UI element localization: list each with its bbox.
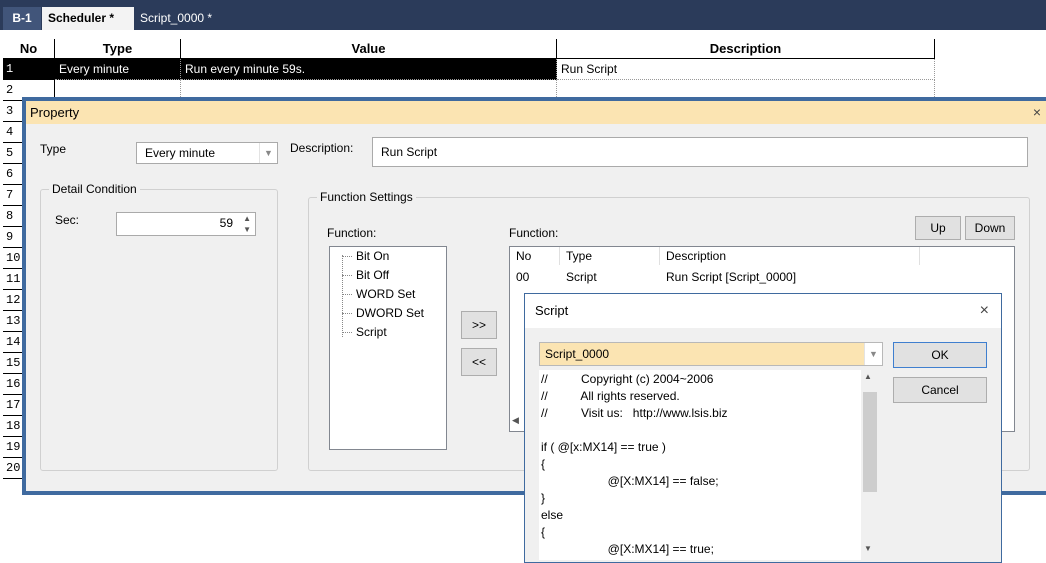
function-tree-item[interactable]: Bit On [342,247,389,265]
sec-value: 59 [219,216,233,230]
add-function-button[interactable]: >> [461,311,497,339]
column-header-value[interactable]: Value [181,39,557,59]
property-dialog-title: Property [26,101,1046,124]
function-label-right: Function: [509,226,559,240]
tab-scheduler[interactable]: Scheduler * [42,7,134,30]
available-functions-tree[interactable]: Bit On Bit Off WORD Set DWORD Set Script [329,246,447,450]
column-header-no[interactable]: No [3,39,55,59]
list-header-no[interactable]: No [510,247,560,265]
column-header-type[interactable]: Type [55,39,181,59]
detail-condition-legend: Detail Condition [49,182,140,196]
list-row-description[interactable]: Run Script [Script_0000] [666,270,796,284]
list-row-type[interactable]: Script [566,270,597,284]
scroll-down-icon[interactable]: ▼ [864,544,872,553]
list-row-no[interactable]: 00 [516,270,529,284]
tab-b1[interactable]: B-1 [3,7,41,30]
type-label: Type [40,142,67,156]
document-tab-bar: B-1 Scheduler * Script_0000 * [0,0,1046,30]
script-code-editor[interactable]: // Copyright (c) 2004~2006 // All rights … [539,370,879,560]
code-line: { [541,457,546,471]
ok-button[interactable]: OK [893,342,987,368]
code-line: // Copyright (c) 2004~2006 [541,372,714,386]
row1-type-cell[interactable]: Every minute [55,59,181,80]
row1-description-cell[interactable]: Run Script [557,59,935,80]
code-line: // All rights reserved. [541,389,680,403]
type-dropdown[interactable]: Every minute ▼ [136,142,278,164]
description-input[interactable]: Run Script [372,137,1028,167]
function-tree-item[interactable]: Bit Off [342,266,389,284]
spin-arrows-icon[interactable]: ▲ ▼ [243,213,251,235]
code-line: { [541,525,546,539]
function-tree-item[interactable]: DWORD Set [342,304,424,322]
sec-spinner[interactable]: 59 ▲ ▼ [116,212,256,236]
function-settings-legend: Function Settings [317,190,416,204]
cancel-button[interactable]: Cancel [893,377,987,403]
property-close-icon[interactable]: × [1028,101,1046,124]
sec-label: Sec: [55,213,80,227]
down-button[interactable]: Down [965,216,1015,240]
function-tree-item[interactable]: WORD Set [342,285,415,303]
code-line: else [541,508,564,522]
list-header-type[interactable]: Type [560,247,660,265]
code-scrollbar[interactable]: ▲ ▼ [861,370,879,560]
script-select[interactable]: Script_0000 ▼ [539,342,883,366]
code-line: } [541,491,546,505]
scroll-thumb[interactable] [863,392,877,492]
script-close-icon[interactable]: × [980,302,989,320]
chevron-down-icon: ▼ [864,343,882,365]
function-tree-item[interactable]: Script [342,323,387,341]
code-line: if ( @[x:MX14] == true ) [541,440,666,454]
list-header-description[interactable]: Description [660,247,920,265]
type-dropdown-value: Every minute [145,146,216,160]
description-label: Description: [290,141,354,155]
up-button[interactable]: Up [915,216,961,240]
column-header-description[interactable]: Description [557,39,935,59]
remove-function-button[interactable]: << [461,348,497,376]
chevron-down-icon: ▼ [259,143,277,163]
row1-value-cell[interactable]: Run every minute 59s. [181,59,557,80]
script-dialog-title: Script [525,294,1001,328]
code-line: // Visit us: http://www.lsis.biz [541,406,728,420]
row-number[interactable]: 1 [3,59,55,80]
tab-script[interactable]: Script_0000 * [134,7,234,30]
script-dialog: Script × Script_0000 ▼ OK Cancel // Copy… [524,293,1002,563]
detail-condition-group: Detail Condition Sec: 59 ▲ ▼ [40,182,278,471]
scroll-up-icon[interactable]: ▲ [864,372,872,381]
code-line: @[X:MX14] == false; [541,474,719,488]
function-label-left: Function: [327,226,377,240]
script-select-value: Script_0000 [545,347,610,361]
